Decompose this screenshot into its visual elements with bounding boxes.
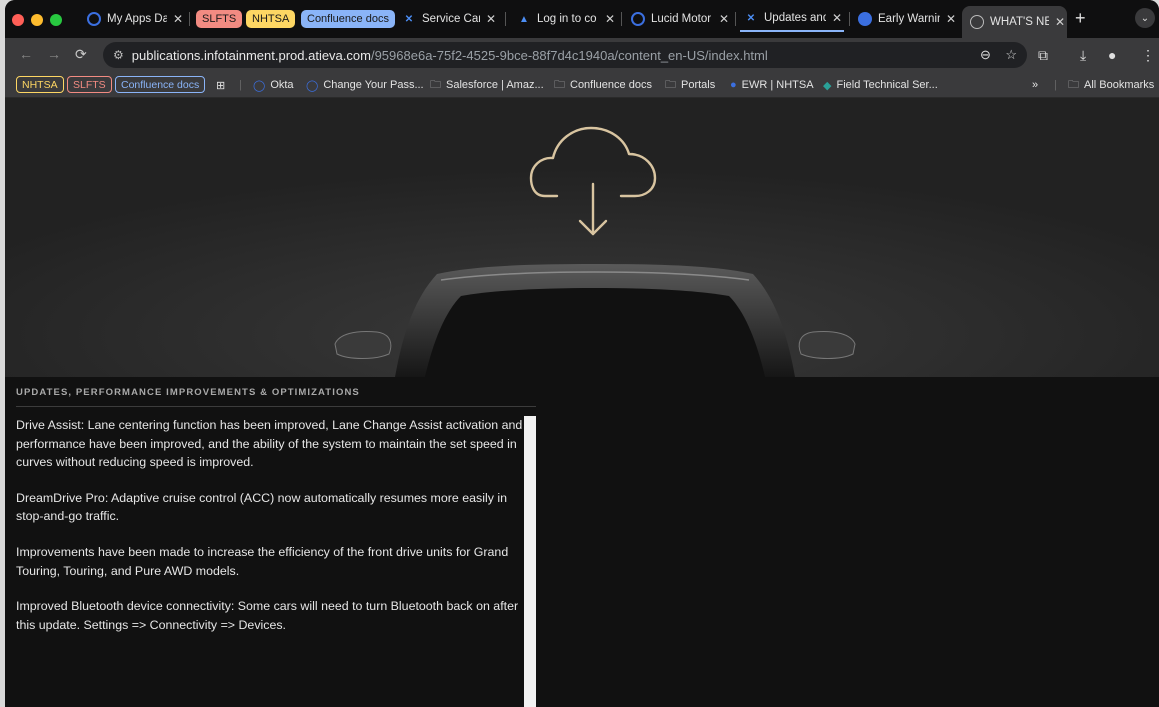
tab-lucid-motors[interactable]: Lucid Motor ✕ — [627, 6, 731, 32]
okta-icon: ◯ — [253, 79, 266, 92]
close-tab-icon[interactable]: ✕ — [944, 12, 958, 26]
tab-whats-new[interactable]: WHAT'S NE ✕ — [962, 6, 1067, 38]
confluence-icon: ✕ — [746, 12, 756, 24]
url-path: /95968e6a-75f2-4525-9bce-88f7d4c1940a/co… — [370, 47, 768, 63]
bookmark-group-confluence[interactable]: Confluence docs — [115, 76, 206, 93]
okta-icon: ◯ — [306, 79, 319, 92]
release-note-paragraph: DreamDrive Pro: Adaptive cruise control … — [16, 490, 507, 524]
close-window-button[interactable] — [12, 14, 24, 26]
sharepoint-icon: ◆ — [823, 79, 832, 92]
tab-updates[interactable]: ✕ Updates and ✕ — [740, 6, 844, 32]
folder-icon: 🗀 — [665, 78, 676, 91]
release-note-paragraph: Improvements have been made to increase … — [16, 544, 509, 578]
folder-icon: 🗀 — [554, 78, 565, 91]
bookmark-okta[interactable]: ◯ Okta — [253, 76, 294, 94]
close-tab-icon[interactable]: ✕ — [484, 12, 498, 26]
site-info-icon[interactable]: ⚙ — [113, 48, 124, 62]
back-button[interactable]: ← — [19, 46, 33, 62]
bookmark-ewr-nhtsa[interactable]: ● EWR | NHTSA — [730, 76, 814, 94]
release-note-paragraph: Drive Assist: Lane centering function ha… — [16, 418, 523, 470]
section-title: UPDATES, PERFORMANCE IMPROVEMENTS & OPTI… — [16, 387, 360, 398]
release-note-paragraph: Improved Bluetooth device connectivity: … — [16, 599, 519, 632]
url-host: publications.infotainment.prod.atieva.co… — [131, 47, 371, 63]
folder-icon: 🗀 — [1068, 78, 1079, 91]
atlassian-icon: ▲ — [519, 13, 529, 25]
tab-search-button[interactable]: ⌄ — [1135, 8, 1155, 28]
tab-my-apps[interactable]: My Apps Da ✕ — [83, 6, 185, 32]
globe-icon: ● — [730, 79, 737, 91]
confluence-icon: ✕ — [404, 13, 414, 25]
tab-group-nhtsa[interactable]: NHTSA — [246, 10, 296, 28]
hero-illustration — [5, 98, 1159, 377]
bookmarks-bar: NHTSA SLFTS Confluence docs ⊞ | ◯ Okta ◯ C… — [5, 72, 1159, 98]
minimize-window-button[interactable] — [31, 14, 43, 26]
bookmark-salesforce[interactable]: 🗀 Salesforce | Amaz... — [430, 76, 544, 94]
new-tab-button[interactable]: + — [1075, 8, 1086, 29]
bookmark-field-technical[interactable]: ◆ Field Technical Ser... — [823, 76, 938, 94]
bookmark-group-nhtsa[interactable]: NHTSA — [16, 76, 64, 93]
tab-group-slfts[interactable]: SLFTS — [196, 10, 243, 28]
section-divider — [16, 406, 536, 407]
forward-button[interactable]: → — [47, 46, 61, 62]
apps-grid-icon[interactable]: ⊞ — [216, 76, 225, 94]
tab-log-in[interactable]: ▲ Log in to co ✕ — [513, 6, 617, 32]
browser-window: My Apps Da ✕ SLFTS NHTSA Confluence docs… — [5, 0, 1159, 707]
browser-menu-icon[interactable]: ⋮ — [1141, 47, 1155, 64]
release-notes: Drive Assist: Lane centering function ha… — [16, 416, 524, 651]
close-tab-icon[interactable]: ✕ — [830, 11, 844, 25]
download-icon[interactable]: ⤓ — [1080, 47, 1086, 64]
zoom-icon[interactable]: ⊖ — [980, 47, 991, 62]
hero-banner — [5, 98, 1159, 377]
address-bar[interactable]: ⚙ publications.infotainment.prod.atieva.… — [103, 42, 1027, 68]
tab-strip: My Apps Da ✕ SLFTS NHTSA Confluence docs… — [5, 0, 1159, 38]
tab-group-confluence[interactable]: Confluence docs — [301, 10, 395, 28]
browser-toolbar: ← → ⟳ ⚙ publications.infotainment.prod.a… — [5, 38, 1159, 72]
globe-icon — [970, 15, 984, 29]
bookmark-portals[interactable]: 🗀 Portals — [665, 76, 715, 94]
profile-avatar-icon[interactable]: ● — [1108, 47, 1116, 63]
all-bookmarks-button[interactable]: 🗀 All Bookmarks — [1068, 76, 1154, 94]
close-tab-icon[interactable]: ✕ — [717, 12, 731, 26]
close-tab-icon[interactable]: ✕ — [171, 12, 185, 26]
tab-service-car[interactable]: ✕ Service Car ✕ — [398, 6, 498, 32]
scrollbar[interactable] — [524, 416, 536, 707]
okta-icon — [87, 12, 101, 26]
early-warning-icon — [858, 12, 872, 26]
reload-button[interactable]: ⟳ — [75, 46, 87, 63]
bookmark-star-icon[interactable]: ☆ — [1005, 47, 1017, 62]
close-tab-icon[interactable]: ✕ — [1053, 15, 1067, 29]
bookmark-change-password[interactable]: ◯ Change Your Pass... — [306, 76, 424, 94]
page-content: UPDATES, PERFORMANCE IMPROVEMENTS & OPTI… — [5, 98, 1159, 707]
bookmark-group-slfts[interactable]: SLFTS — [67, 76, 112, 93]
bookmarks-overflow-button[interactable]: » — [1032, 76, 1038, 94]
bookmark-confluence-docs[interactable]: 🗀 Confluence docs — [554, 76, 652, 94]
okta-icon — [631, 12, 645, 26]
zoom-window-button[interactable] — [50, 14, 62, 26]
tab-early-warning[interactable]: Early Warnin ✕ — [854, 6, 958, 32]
folder-icon: 🗀 — [430, 78, 441, 91]
close-tab-icon[interactable]: ✕ — [603, 12, 617, 26]
extensions-icon[interactable]: ⧉ — [1038, 47, 1048, 64]
